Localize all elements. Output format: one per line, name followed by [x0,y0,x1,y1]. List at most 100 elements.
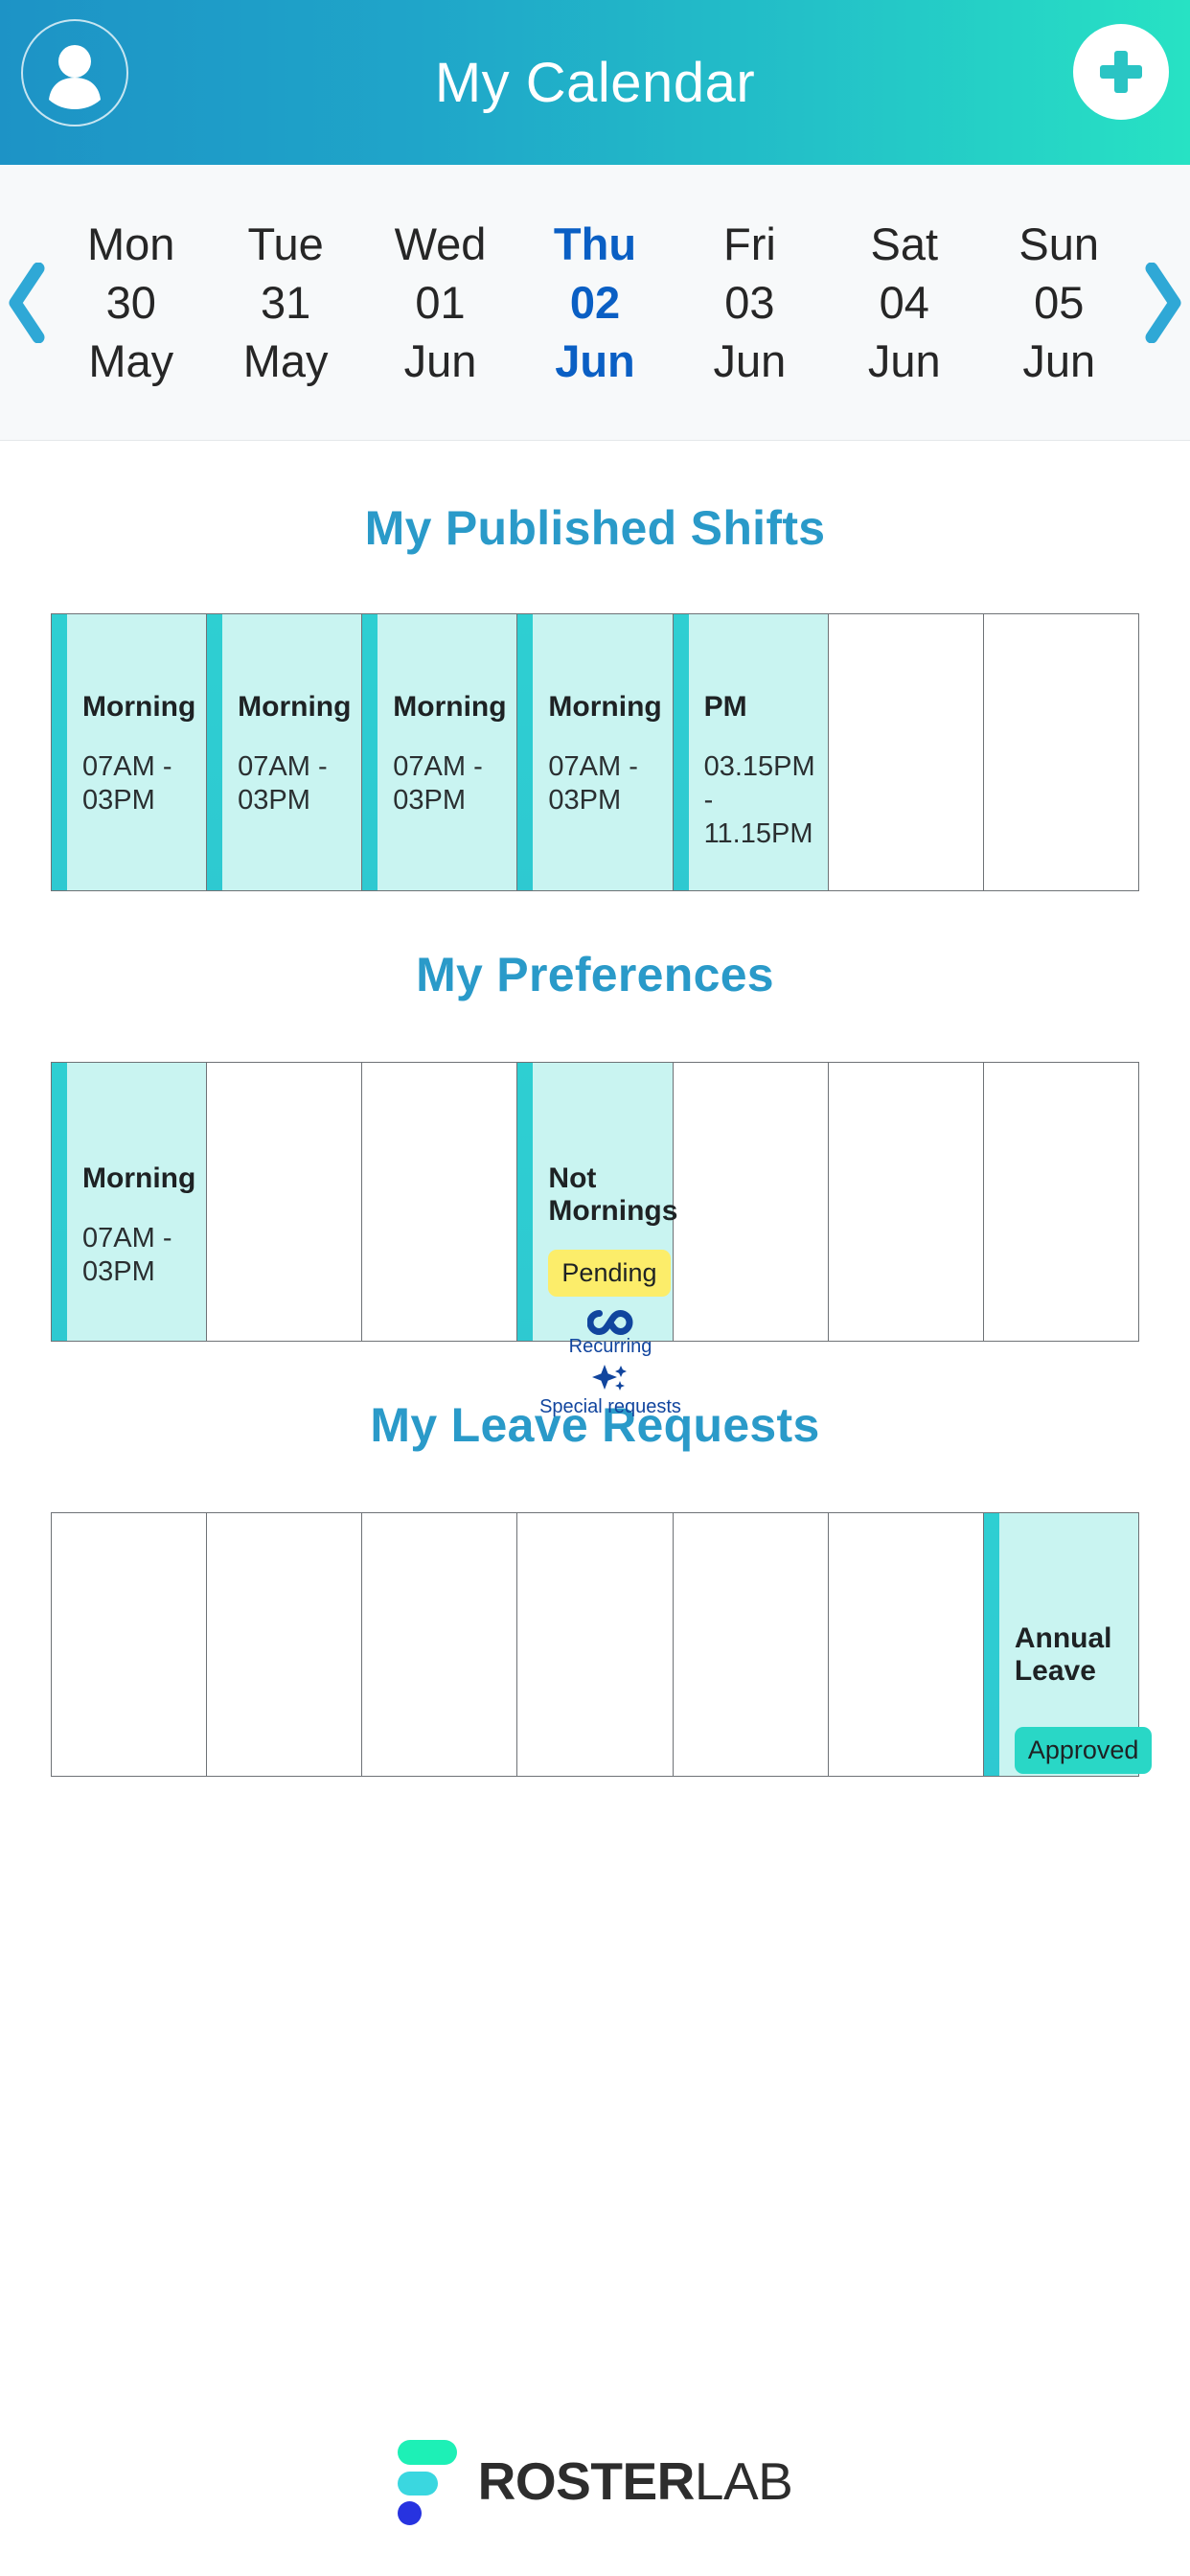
meta-label: Special requests [539,1396,681,1418]
shift-title: Morning [238,691,352,723]
shift-title: Morning [82,691,196,723]
day-cell-fri[interactable]: Fri 03 Jun [673,165,827,440]
day-number: 01 [415,277,466,328]
cell-accent-bar [52,614,67,890]
shift-cell-tue[interactable]: Morning 07AM - 03PM [207,614,363,890]
leave-cell-tue[interactable] [207,1513,363,1776]
infinity-icon [586,1310,633,1336]
leave-requests-grid: Annual Leave Approved [51,1512,1153,1777]
day-number: 03 [724,277,775,328]
day-cell-sun[interactable]: Sun 05 Jun [982,165,1136,440]
day-number: 31 [260,277,311,328]
leave-cell-wed[interactable] [362,1513,518,1776]
preference-cell-mon[interactable]: Morning 07AM - 03PM [52,1063,208,1341]
day-month: May [242,335,329,386]
shift-time: 07AM - 03PM [548,750,638,816]
shift-title: PM [703,691,747,723]
preference-cell-tue[interactable] [207,1063,363,1341]
cell-accent-bar [517,1063,534,1341]
prev-week-button[interactable] [0,262,54,343]
shift-title: Morning [393,691,507,723]
day-month: Jun [1022,335,1096,386]
day-cell-sat[interactable]: Sat 04 Jun [827,165,981,440]
leave-cell-sat[interactable] [829,1513,984,1776]
page-title: My Calendar [434,51,756,114]
day-number: 04 [879,277,929,328]
cell-accent-bar [517,614,534,890]
logo-pill-shape [397,2472,438,2496]
cell-accent-bar [52,1063,67,1341]
shift-time: 07AM - 03PM [82,750,172,816]
preference-title: Morning [82,1162,196,1194]
preference-cell-sat[interactable] [829,1063,984,1341]
day-cell-mon[interactable]: Mon 30 May [54,165,208,440]
day-dow: Tue [247,218,324,269]
shift-cell-sun[interactable] [984,614,1139,890]
day-dow: Sat [870,218,939,269]
day-dow: Sun [1018,218,1100,269]
day-month: Jun [555,335,635,386]
logo-text-light: LAB [694,2451,793,2511]
preference-title: Not Mornings [548,1162,678,1227]
cell-accent-bar [362,614,378,890]
meta-label: Recurring [568,1336,652,1358]
day-cell-wed[interactable]: Wed 01 Jun [363,165,517,440]
chevron-right-icon [1145,262,1181,343]
leave-cell-thu[interactable] [517,1513,674,1776]
shift-cell-wed[interactable]: Morning 07AM - 03PM [362,614,518,890]
shift-cell-fri[interactable]: PM 03.15PM - 11.15PM [673,614,829,890]
status-badge-approved: Approved [1014,1727,1153,1775]
preference-time: 07AM - 03PM [82,1222,172,1287]
leave-cell-mon[interactable] [52,1513,208,1776]
status-badge-pending: Pending [548,1250,671,1298]
day-number: 05 [1034,277,1085,328]
rosterlab-wordmark: ROSTERLAB [478,2450,793,2512]
shift-time: 07AM - 03PM [393,750,483,816]
day-dow: Fri [722,218,776,269]
shift-cell-mon[interactable]: Morning 07AM - 03PM [52,614,208,890]
calendar-app: My Calendar Mon 30 May Tue 31 May Wed 01… [0,0,1190,2576]
day-dow: Wed [394,218,487,269]
cell-accent-bar [673,614,689,890]
preferences-grid: Morning 07AM - 03PM Not Mornings Pending [51,1062,1139,1417]
cell-accent-bar [983,1513,999,1776]
add-button[interactable] [1073,24,1169,120]
next-week-button[interactable] [1136,262,1190,343]
day-cell-tue[interactable]: Tue 31 May [208,165,362,440]
user-avatar-icon[interactable] [21,19,128,126]
preference-cell-thu[interactable]: Not Mornings Pending Recurring Special r… [517,1063,681,1417]
logo-text-bold: ROSTER [477,2451,696,2511]
leave-cell-sun[interactable]: Annual Leave Approved [983,1513,1153,1776]
section-title-preferences: My Preferences [416,948,774,1001]
day-month: May [88,335,174,386]
app-header: My Calendar [0,0,1190,165]
shift-time: 07AM - 03PM [238,750,328,816]
day-month: Jun [403,335,477,386]
preference-cell-fri[interactable] [674,1063,829,1341]
date-strip: Mon 30 May Tue 31 May Wed 01 Jun Thu 02 … [0,165,1190,441]
avatar-person-icon [49,45,101,109]
day-number: 02 [569,277,621,328]
preference-cell-sun[interactable] [984,1063,1139,1341]
shift-cell-sat[interactable] [829,614,984,890]
leave-title: Annual Leave [1014,1622,1112,1687]
preference-meta-recurring: Recurring [548,1310,672,1357]
footer-logo: ROSTERLAB [0,2440,1190,2525]
cell-accent-bar [207,614,223,890]
shift-title: Morning [548,691,662,723]
chevron-left-icon [9,262,45,343]
sparkle-icon [591,1365,627,1392]
day-dow: Mon [86,218,175,269]
preference-cell-wed[interactable] [362,1063,518,1341]
day-dow: Thu [553,218,637,269]
day-month: Jun [713,335,787,386]
section-title-shifts: My Published Shifts [364,501,826,555]
logo-bar-shape [397,2440,457,2465]
day-number: 30 [105,277,156,328]
logo-dot-shape [397,2501,422,2525]
day-cell-thu[interactable]: Thu 02 Jun [517,165,672,440]
shifts-grid: Morning 07AM - 03PM Morning 07AM - 03PM [51,613,1139,891]
preference-meta-special: Special requests [539,1363,681,1417]
shift-cell-thu[interactable]: Morning 07AM - 03PM [517,614,674,890]
leave-cell-fri[interactable] [674,1513,829,1776]
